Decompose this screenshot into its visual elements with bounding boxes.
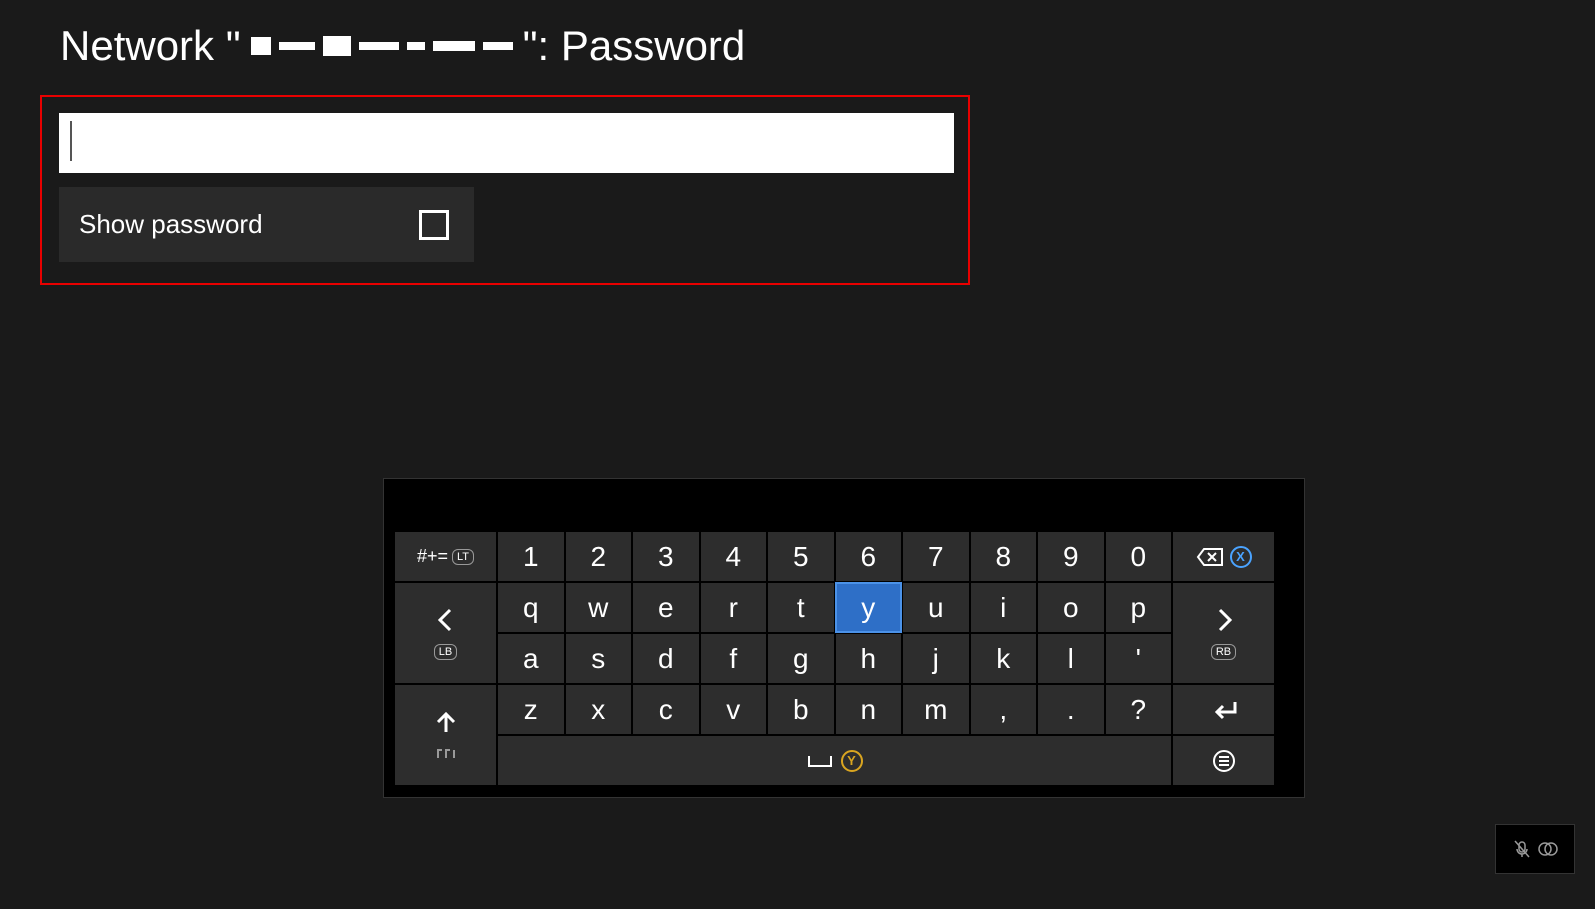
key-v[interactable]: v bbox=[700, 684, 768, 735]
show-password-label: Show password bbox=[79, 209, 263, 240]
rb-badge-icon: RB bbox=[1211, 644, 1236, 660]
key-o[interactable]: o bbox=[1037, 582, 1105, 633]
key-g[interactable]: g bbox=[767, 633, 835, 684]
title-prefix: Network " bbox=[60, 22, 241, 70]
circles-icon bbox=[1537, 838, 1559, 860]
key-s[interactable]: s bbox=[565, 633, 633, 684]
chevron-right-icon bbox=[1210, 606, 1238, 634]
key-y[interactable]: y bbox=[835, 582, 903, 633]
text-cursor bbox=[70, 121, 72, 161]
key-sym-9[interactable]: ' bbox=[1105, 633, 1173, 684]
key-l[interactable]: l bbox=[1037, 633, 1105, 684]
page-title: Network " ": Password bbox=[60, 22, 745, 70]
lb-badge-icon: LB bbox=[434, 644, 457, 660]
key-symbols[interactable]: #+=LT bbox=[394, 531, 497, 582]
key-options[interactable] bbox=[1172, 735, 1275, 786]
enter-icon bbox=[1209, 698, 1239, 722]
lt-badge-icon: LT bbox=[452, 549, 474, 565]
key-sym-9[interactable]: ? bbox=[1105, 684, 1173, 735]
password-input[interactable] bbox=[59, 113, 954, 173]
key-m[interactable]: m bbox=[902, 684, 970, 735]
key-b[interactable]: b bbox=[767, 684, 835, 735]
key-cursor-left[interactable]: LB bbox=[394, 582, 497, 684]
key-i[interactable]: i bbox=[970, 582, 1038, 633]
backspace-icon bbox=[1196, 547, 1224, 567]
key-0[interactable]: 0 bbox=[1105, 531, 1173, 582]
key-2[interactable]: 2 bbox=[565, 531, 633, 582]
key-k[interactable]: k bbox=[970, 633, 1038, 684]
key-sym-8[interactable]: . bbox=[1037, 684, 1105, 735]
x-badge-icon: X bbox=[1230, 546, 1252, 568]
key-n[interactable]: n bbox=[835, 684, 903, 735]
key-p[interactable]: p bbox=[1105, 582, 1173, 633]
key-6[interactable]: 6 bbox=[835, 531, 903, 582]
microphone-off-icon bbox=[1511, 838, 1533, 860]
bottom-tray bbox=[1495, 824, 1575, 874]
menu-circle-icon bbox=[1212, 749, 1236, 773]
key-enter[interactable] bbox=[1172, 684, 1275, 735]
key-space[interactable]: Y bbox=[497, 735, 1172, 786]
key-7[interactable]: 7 bbox=[902, 531, 970, 582]
caps-icon bbox=[434, 746, 458, 762]
key-3[interactable]: 3 bbox=[632, 531, 700, 582]
key-x[interactable]: x bbox=[565, 684, 633, 735]
chevron-left-icon bbox=[432, 606, 460, 634]
key-t[interactable]: t bbox=[767, 582, 835, 633]
key-h[interactable]: h bbox=[835, 633, 903, 684]
key-z[interactable]: z bbox=[497, 684, 565, 735]
onscreen-keyboard: #+=LT LB X RB 1234567890 qwertyuiop asdfghjkl'… bbox=[383, 478, 1305, 798]
key-d[interactable]: d bbox=[632, 633, 700, 684]
key-r[interactable]: r bbox=[700, 582, 768, 633]
key-e[interactable]: e bbox=[632, 582, 700, 633]
password-form-highlight: Show password bbox=[40, 95, 970, 285]
key-w[interactable]: w bbox=[565, 582, 633, 633]
show-password-checkbox[interactable] bbox=[419, 210, 449, 240]
redacted-ssid bbox=[251, 36, 513, 56]
title-suffix: ": Password bbox=[523, 22, 746, 70]
key-a[interactable]: a bbox=[497, 633, 565, 684]
key-sym-7[interactable]: , bbox=[970, 684, 1038, 735]
show-password-toggle[interactable]: Show password bbox=[59, 187, 474, 262]
key-5[interactable]: 5 bbox=[767, 531, 835, 582]
key-j[interactable]: j bbox=[902, 633, 970, 684]
key-shift[interactable] bbox=[394, 684, 497, 786]
space-icon bbox=[807, 754, 833, 768]
key-9[interactable]: 9 bbox=[1037, 531, 1105, 582]
key-1[interactable]: 1 bbox=[497, 531, 565, 582]
key-u[interactable]: u bbox=[902, 582, 970, 633]
key-c[interactable]: c bbox=[632, 684, 700, 735]
y-badge-icon: Y bbox=[841, 750, 863, 772]
key-f[interactable]: f bbox=[700, 633, 768, 684]
key-cursor-right[interactable]: RB bbox=[1172, 582, 1275, 684]
key-4[interactable]: 4 bbox=[700, 531, 768, 582]
key-backspace[interactable]: X bbox=[1172, 531, 1275, 582]
key-q[interactable]: q bbox=[497, 582, 565, 633]
arrow-up-icon bbox=[432, 708, 460, 736]
key-8[interactable]: 8 bbox=[970, 531, 1038, 582]
